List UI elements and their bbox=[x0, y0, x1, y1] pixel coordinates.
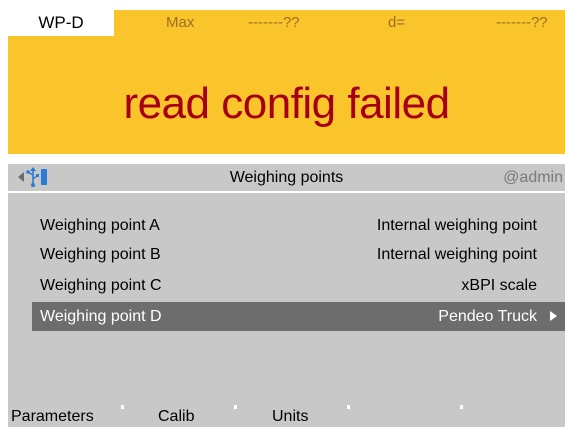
list-item-name: Weighing point B bbox=[40, 246, 161, 263]
softkey-units[interactable]: Units bbox=[272, 407, 308, 427]
list-item-weighing-point-c[interactable]: Weighing point C xBPI scale bbox=[32, 271, 565, 300]
max-value: -------?? bbox=[248, 14, 300, 31]
softkey-parameters[interactable]: Parameters bbox=[11, 407, 94, 427]
status-panel: WP-D Max -------?? d= -------?? read con… bbox=[8, 10, 565, 154]
list-item-name: Weighing point A bbox=[40, 217, 160, 234]
user-label: @admin bbox=[503, 169, 563, 186]
softkey-divider bbox=[121, 405, 124, 409]
list-item-value: Internal weighing point bbox=[376, 217, 537, 234]
list-item-value: Pendeo Truck bbox=[438, 308, 537, 325]
max-label: Max bbox=[166, 14, 195, 31]
list-item-weighing-point-b[interactable]: Weighing point B Internal weighing point bbox=[32, 240, 565, 269]
scale-display: WP-D Max -------?? d= -------?? read con… bbox=[8, 10, 565, 427]
softkey-bar: Parameters Calib Units bbox=[8, 405, 565, 427]
scale-name-badge: WP-D bbox=[8, 10, 114, 36]
weighing-points-list: Weighing point A Internal weighing point… bbox=[8, 193, 565, 405]
d-label: d= bbox=[388, 14, 406, 31]
list-item-value: Internal weighing point bbox=[376, 246, 537, 263]
softkey-calib[interactable]: Calib bbox=[158, 407, 194, 427]
screen-title: Weighing points bbox=[229, 169, 344, 186]
list-item-weighing-point-a[interactable]: Weighing point A Internal weighing point bbox=[32, 211, 565, 240]
softkey-divider bbox=[347, 405, 350, 409]
softkey-divider bbox=[234, 405, 237, 409]
softkey-divider bbox=[460, 405, 463, 409]
list-item-name: Weighing point D bbox=[40, 308, 162, 325]
error-message: read config failed bbox=[123, 79, 450, 128]
list-item-name: Weighing point C bbox=[40, 277, 162, 294]
list-item-value: xBPI scale bbox=[461, 277, 537, 294]
chevron-right-icon bbox=[550, 311, 557, 321]
d-value: -------?? bbox=[496, 14, 548, 31]
list-item-weighing-point-d[interactable]: Weighing point D Pendeo Truck bbox=[32, 302, 565, 331]
title-bar: Weighing points @admin bbox=[8, 164, 565, 193]
